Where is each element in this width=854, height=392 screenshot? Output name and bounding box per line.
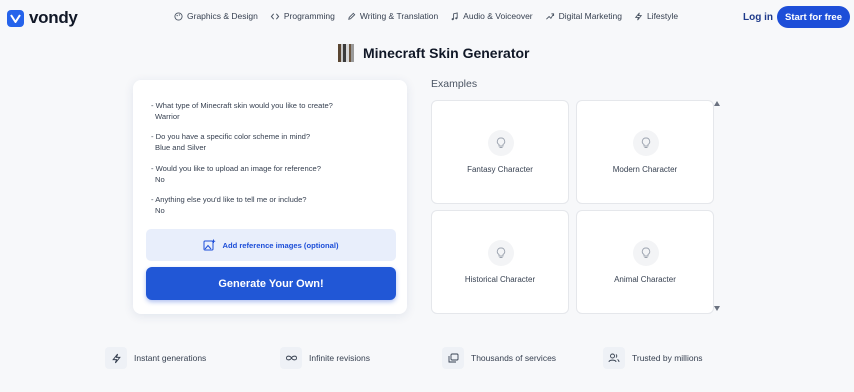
generator-form: - What type of Minecraft skin would you … xyxy=(133,80,407,314)
users-icon xyxy=(603,347,625,369)
scroll-down-arrow-icon[interactable] xyxy=(713,305,721,312)
nav-item-graphics-design[interactable]: Graphics & Design xyxy=(174,11,258,21)
palette-icon xyxy=(174,11,183,21)
nav-item-label: Audio & Voiceover xyxy=(463,11,533,21)
example-card-label: Historical Character xyxy=(464,275,536,284)
nav-item-label: Lifestyle xyxy=(646,11,679,21)
start-for-free-button[interactable]: Start for free xyxy=(777,6,850,28)
add-reference-images-button[interactable]: Add reference images (optional) xyxy=(146,229,396,261)
feature-infinite-revisions: Infinite revisions xyxy=(280,347,370,369)
add-reference-images-label: Add reference images (optional) xyxy=(222,240,339,250)
feature-label: Thousands of services xyxy=(471,353,557,363)
image-add-icon xyxy=(203,239,216,251)
lightbulb-icon xyxy=(633,130,659,156)
top-navbar: vondy Graphics & Design Programming Writ… xyxy=(0,0,854,36)
example-card-historical[interactable]: Historical Character xyxy=(431,210,569,314)
scroll-up-arrow-icon[interactable] xyxy=(713,100,721,107)
page-title: Minecraft Skin Generator xyxy=(363,45,530,61)
nav-item-label: Graphics & Design xyxy=(187,11,258,21)
page-title-row: Minecraft Skin Generator xyxy=(338,44,530,62)
qa-question: - What type of Minecraft skin would you … xyxy=(151,101,333,110)
qa-question: - Anything else you'd like to tell me or… xyxy=(151,195,307,204)
example-card-modern[interactable]: Modern Character xyxy=(576,100,714,204)
qa-question: - Do you have a specific color scheme in… xyxy=(151,132,311,141)
examples-heading: Examples xyxy=(431,78,478,90)
feature-label: Infinite revisions xyxy=(309,353,370,363)
lightbulb-icon xyxy=(633,240,659,266)
trend-icon xyxy=(545,12,554,20)
qa-answer[interactable]: No xyxy=(151,174,321,185)
lightning-icon xyxy=(105,347,127,369)
example-card-label: Animal Character xyxy=(614,275,676,284)
nav-item-audio-voiceover[interactable]: Audio & Voiceover xyxy=(450,11,533,21)
qa-question: - Would you like to upload an image for … xyxy=(151,164,321,173)
generate-button[interactable]: Generate Your Own! xyxy=(146,267,396,300)
lightning-icon xyxy=(634,12,643,20)
qa-item: - What type of Minecraft skin would you … xyxy=(151,100,333,122)
feature-instant-generations: Instant generations xyxy=(105,347,206,369)
nav-item-label: Programming xyxy=(283,11,335,21)
example-card-label: Fantasy Character xyxy=(467,165,533,174)
nav-item-label: Digital Marketing xyxy=(558,11,622,21)
feature-label: Instant generations xyxy=(134,353,207,363)
music-note-icon xyxy=(451,11,458,20)
qa-answer[interactable]: No xyxy=(151,205,307,216)
stack-icon xyxy=(442,347,464,369)
example-card-label: Modern Character xyxy=(612,165,678,174)
qa-item: - Do you have a specific color scheme in… xyxy=(151,131,310,153)
code-icon xyxy=(270,12,280,20)
lightbulb-icon xyxy=(488,240,514,266)
feature-thousands-of-services: Thousands of services xyxy=(442,347,556,369)
feature-label: Trusted by millions xyxy=(632,353,703,363)
qa-answer[interactable]: Blue and Silver xyxy=(151,142,310,153)
example-card-fantasy[interactable]: Fantasy Character xyxy=(431,100,569,204)
logo[interactable]: vondy xyxy=(7,8,78,28)
nav-item-label: Writing & Translation xyxy=(359,11,439,21)
feature-trusted-by-millions: Trusted by millions xyxy=(603,347,703,369)
qa-answer[interactable]: Warrior xyxy=(151,111,333,122)
qa-item: - Would you like to upload an image for … xyxy=(151,163,321,185)
category-nav: Graphics & Design Programming Writing & … xyxy=(174,11,690,21)
login-link[interactable]: Log in xyxy=(743,12,773,23)
brand-name: vondy xyxy=(29,8,78,27)
example-card-animal[interactable]: Animal Character xyxy=(576,210,714,314)
page: vondy Graphics & Design Programming Writ… xyxy=(0,0,854,392)
infinity-icon xyxy=(280,347,302,369)
minecraft-skin-thumbnail-icon xyxy=(338,44,355,62)
nav-item-writing-translation[interactable]: Writing & Translation xyxy=(347,11,438,21)
pen-icon xyxy=(348,12,356,20)
nav-item-digital-marketing[interactable]: Digital Marketing xyxy=(545,11,622,21)
nav-item-programming[interactable]: Programming xyxy=(270,11,335,21)
vondy-logo-icon xyxy=(7,9,24,27)
nav-item-lifestyle[interactable]: Lifestyle xyxy=(634,11,678,21)
qa-item: - Anything else you'd like to tell me or… xyxy=(151,194,307,216)
lightbulb-icon xyxy=(488,130,514,156)
